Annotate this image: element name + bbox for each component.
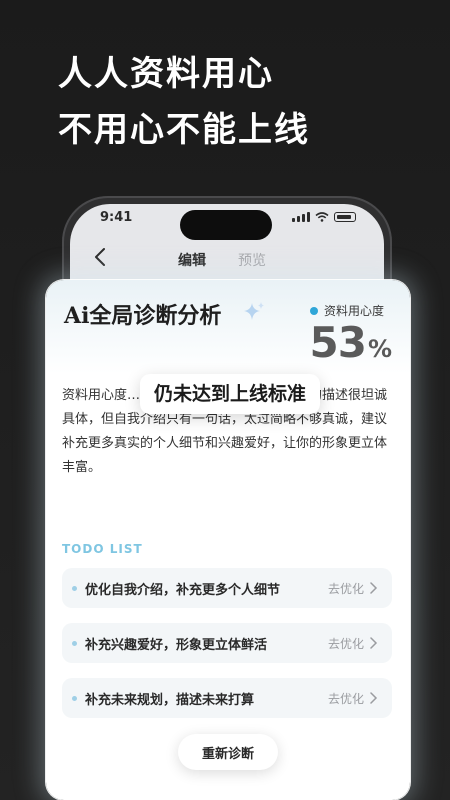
sparkle-icon xyxy=(244,302,264,320)
card-title: Ai全局诊断分析 xyxy=(64,303,222,329)
back-arrow-icon[interactable] xyxy=(90,246,112,268)
todo-action[interactable]: 去优化 xyxy=(328,690,364,707)
headline-line-1: 人人资料用心 xyxy=(58,54,274,94)
status-icons xyxy=(292,212,356,222)
bullet-icon xyxy=(72,585,77,591)
bullet-icon xyxy=(72,695,77,701)
todo-list: 优化自我介绍，补充更多个人细节 去优化 补充兴趣爱好，形象更立体鲜活 去优化 补… xyxy=(62,568,392,733)
signal-icon xyxy=(292,212,310,222)
chevron-right-icon xyxy=(370,692,378,704)
todo-item-future-plans[interactable]: 补充未来规划，描述未来打算 去优化 xyxy=(62,678,392,718)
todo-action[interactable]: 去优化 xyxy=(328,580,364,597)
todo-item-self-intro[interactable]: 优化自我介绍，补充更多个人细节 去优化 xyxy=(62,568,392,608)
tab-edit[interactable]: 编辑 xyxy=(178,250,206,270)
diagnosis-card: Ai全局诊断分析 资料用心度 53 % 资料用心度……，你对家庭情况和择偶诉求的… xyxy=(46,280,410,800)
chevron-right-icon xyxy=(370,637,378,649)
dynamic-island xyxy=(180,210,272,240)
score-dot-icon xyxy=(309,306,318,315)
rediagnose-button[interactable]: 重新诊断 xyxy=(178,734,278,770)
score-number: 53 xyxy=(309,318,367,367)
status-time: 9:41 xyxy=(100,210,133,225)
headline: 人人资料用心 不用心不能上线 xyxy=(58,46,418,158)
todo-title: TODO LIST xyxy=(62,542,143,556)
todo-action[interactable]: 去优化 xyxy=(328,635,364,652)
chevron-right-icon xyxy=(370,582,378,594)
bullet-icon xyxy=(72,640,77,646)
score-value: 53 % xyxy=(310,318,393,367)
nav-tabs: 编辑 预览 xyxy=(178,250,266,270)
tab-preview[interactable]: 预览 xyxy=(238,250,266,270)
todo-item-hobbies[interactable]: 补充兴趣爱好，形象更立体鲜活 去优化 xyxy=(62,623,392,663)
status-badge: 仍未达到上线标准 xyxy=(140,374,321,414)
todo-text: 补充未来规划，描述未来打算 xyxy=(85,692,255,708)
todo-text: 补充兴趣爱好，形象更立体鲜活 xyxy=(85,637,268,653)
score-label: 资料用心度 xyxy=(309,302,384,319)
score-percent: % xyxy=(367,335,392,363)
battery-icon xyxy=(334,212,356,222)
todo-text: 优化自我介绍，补充更多个人细节 xyxy=(85,582,281,598)
wifi-icon xyxy=(315,212,329,222)
headline-line-2: 不用心不能上线 xyxy=(58,110,310,150)
score-label-text: 资料用心度 xyxy=(323,304,384,318)
